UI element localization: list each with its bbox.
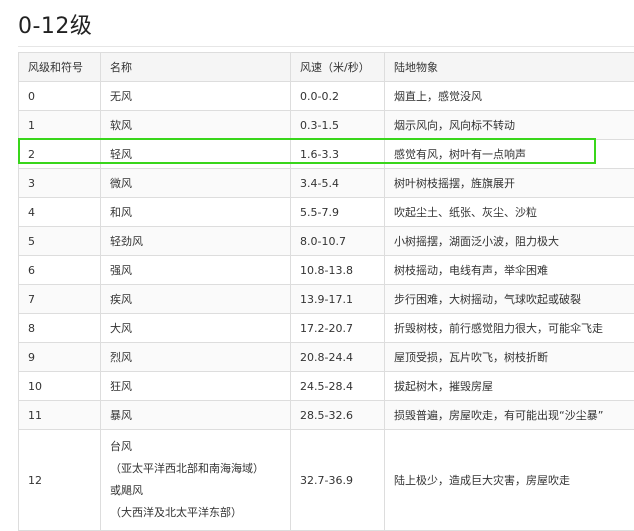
cell-speed: 24.5-28.4	[290, 371, 385, 401]
cell-description: 陆上极少，造成巨大灾害，房屋吹走	[384, 429, 634, 531]
page-title: 0-12级	[18, 14, 93, 39]
name-line: 或飓风	[110, 484, 143, 497]
table-row: 1 软风 0.3-1.5 烟示风向，风向标不转动	[18, 110, 634, 140]
cell-name: 狂风	[100, 371, 291, 401]
cell-level: 4	[18, 197, 101, 227]
cell-level: 6	[18, 255, 101, 285]
cell-level: 10	[18, 371, 101, 401]
cell-description: 屋顶受损，瓦片吹飞，树枝折断	[384, 342, 634, 372]
cell-name: 大风	[100, 313, 291, 343]
cell-description: 拔起树木，摧毁房屋	[384, 371, 634, 401]
cell-description: 烟示风向，风向标不转动	[384, 110, 634, 140]
cell-description: 感觉有风，树叶有一点响声	[384, 139, 634, 169]
table-row: 3 微风 3.4-5.4 树叶树枝摇摆，旌旗展开	[18, 168, 634, 198]
table-row: 4 和风 5.5-7.9 吹起尘土、纸张、灰尘、沙粒	[18, 197, 634, 227]
cell-name: 暴风	[100, 400, 291, 430]
title-divider	[18, 46, 634, 47]
cell-description: 损毁普遍，房屋吹走，有可能出现“沙尘暴”	[384, 400, 634, 430]
table-row: 8 大风 17.2-20.7 折毁树枝，前行感觉阻力很大，可能伞飞走	[18, 313, 634, 343]
cell-description: 吹起尘土、纸张、灰尘、沙粒	[384, 197, 634, 227]
cell-speed: 1.6-3.3	[290, 139, 385, 169]
table-row: 10 狂风 24.5-28.4 拔起树木，摧毁房屋	[18, 371, 634, 401]
cell-name: 轻劲风	[100, 226, 291, 256]
header-name: 名称	[100, 52, 291, 82]
cell-level: 9	[18, 342, 101, 372]
cell-description: 烟直上，感觉没风	[384, 81, 634, 111]
header-speed: 风速（米/秒）	[290, 52, 385, 82]
cell-level: 7	[18, 284, 101, 314]
cell-level: 3	[18, 168, 101, 198]
table-row: 9 烈风 20.8-24.4 屋顶受损，瓦片吹飞，树枝折断	[18, 342, 634, 372]
cell-name: 台风 （亚太平洋西北部和南海海域） 或飓风 （大西洋及北太平洋东部）	[100, 429, 291, 531]
cell-speed: 17.2-20.7	[290, 313, 385, 343]
cell-level: 1	[18, 110, 101, 140]
cell-name: 和风	[100, 197, 291, 227]
cell-speed: 3.4-5.4	[290, 168, 385, 198]
table-row: 5 轻劲风 8.0-10.7 小树摇摆，湖面泛小波，阻力极大	[18, 226, 634, 256]
table-row: 12 台风 （亚太平洋西北部和南海海域） 或飓风 （大西洋及北太平洋东部） 32…	[18, 429, 634, 531]
name-line: 台风	[110, 440, 132, 453]
cell-speed: 8.0-10.7	[290, 226, 385, 256]
header-description: 陆地物象	[384, 52, 634, 82]
header-level: 风级和符号	[18, 52, 101, 82]
table-row: 0 无风 0.0-0.2 烟直上，感觉没风	[18, 81, 634, 111]
cell-speed: 32.7-36.9	[290, 429, 385, 531]
cell-name: 无风	[100, 81, 291, 111]
cell-speed: 5.5-7.9	[290, 197, 385, 227]
cell-speed: 0.0-0.2	[290, 81, 385, 111]
table-row: 6 强风 10.8-13.8 树枝摇动，电线有声，举伞困难	[18, 255, 634, 285]
cell-level: 8	[18, 313, 101, 343]
cell-name: 疾风	[100, 284, 291, 314]
cell-speed: 10.8-13.8	[290, 255, 385, 285]
wind-scale-table: 风级和符号 名称 风速（米/秒） 陆地物象 0 无风 0.0-0.2 烟直上，感…	[18, 52, 634, 531]
cell-level: 11	[18, 400, 101, 430]
table-row: 11 暴风 28.5-32.6 损毁普遍，房屋吹走，有可能出现“沙尘暴”	[18, 400, 634, 430]
name-line: （亚太平洋西北部和南海海域）	[110, 462, 264, 475]
table-row-highlighted: 2 轻风 1.6-3.3 感觉有风，树叶有一点响声	[18, 139, 634, 169]
cell-description: 步行困难，大树摇动，气球吹起或破裂	[384, 284, 634, 314]
cell-name: 强风	[100, 255, 291, 285]
cell-speed: 13.9-17.1	[290, 284, 385, 314]
cell-description: 树枝摇动，电线有声，举伞困难	[384, 255, 634, 285]
cell-name: 轻风	[100, 139, 291, 169]
cell-level: 0	[18, 81, 101, 111]
cell-name: 软风	[100, 110, 291, 140]
cell-level: 12	[18, 429, 101, 531]
table-row: 7 疾风 13.9-17.1 步行困难，大树摇动，气球吹起或破裂	[18, 284, 634, 314]
cell-speed: 0.3-1.5	[290, 110, 385, 140]
name-line: （大西洋及北太平洋东部）	[110, 506, 242, 519]
cell-speed: 28.5-32.6	[290, 400, 385, 430]
table-header-row: 风级和符号 名称 风速（米/秒） 陆地物象	[18, 52, 634, 82]
cell-description: 小树摇摆，湖面泛小波，阻力极大	[384, 226, 634, 256]
cell-speed: 20.8-24.4	[290, 342, 385, 372]
cell-level: 2	[18, 139, 101, 169]
cell-description: 树叶树枝摇摆，旌旗展开	[384, 168, 634, 198]
cell-name: 烈风	[100, 342, 291, 372]
cell-description: 折毁树枝，前行感觉阻力很大，可能伞飞走	[384, 313, 634, 343]
cell-name: 微风	[100, 168, 291, 198]
cell-level: 5	[18, 226, 101, 256]
